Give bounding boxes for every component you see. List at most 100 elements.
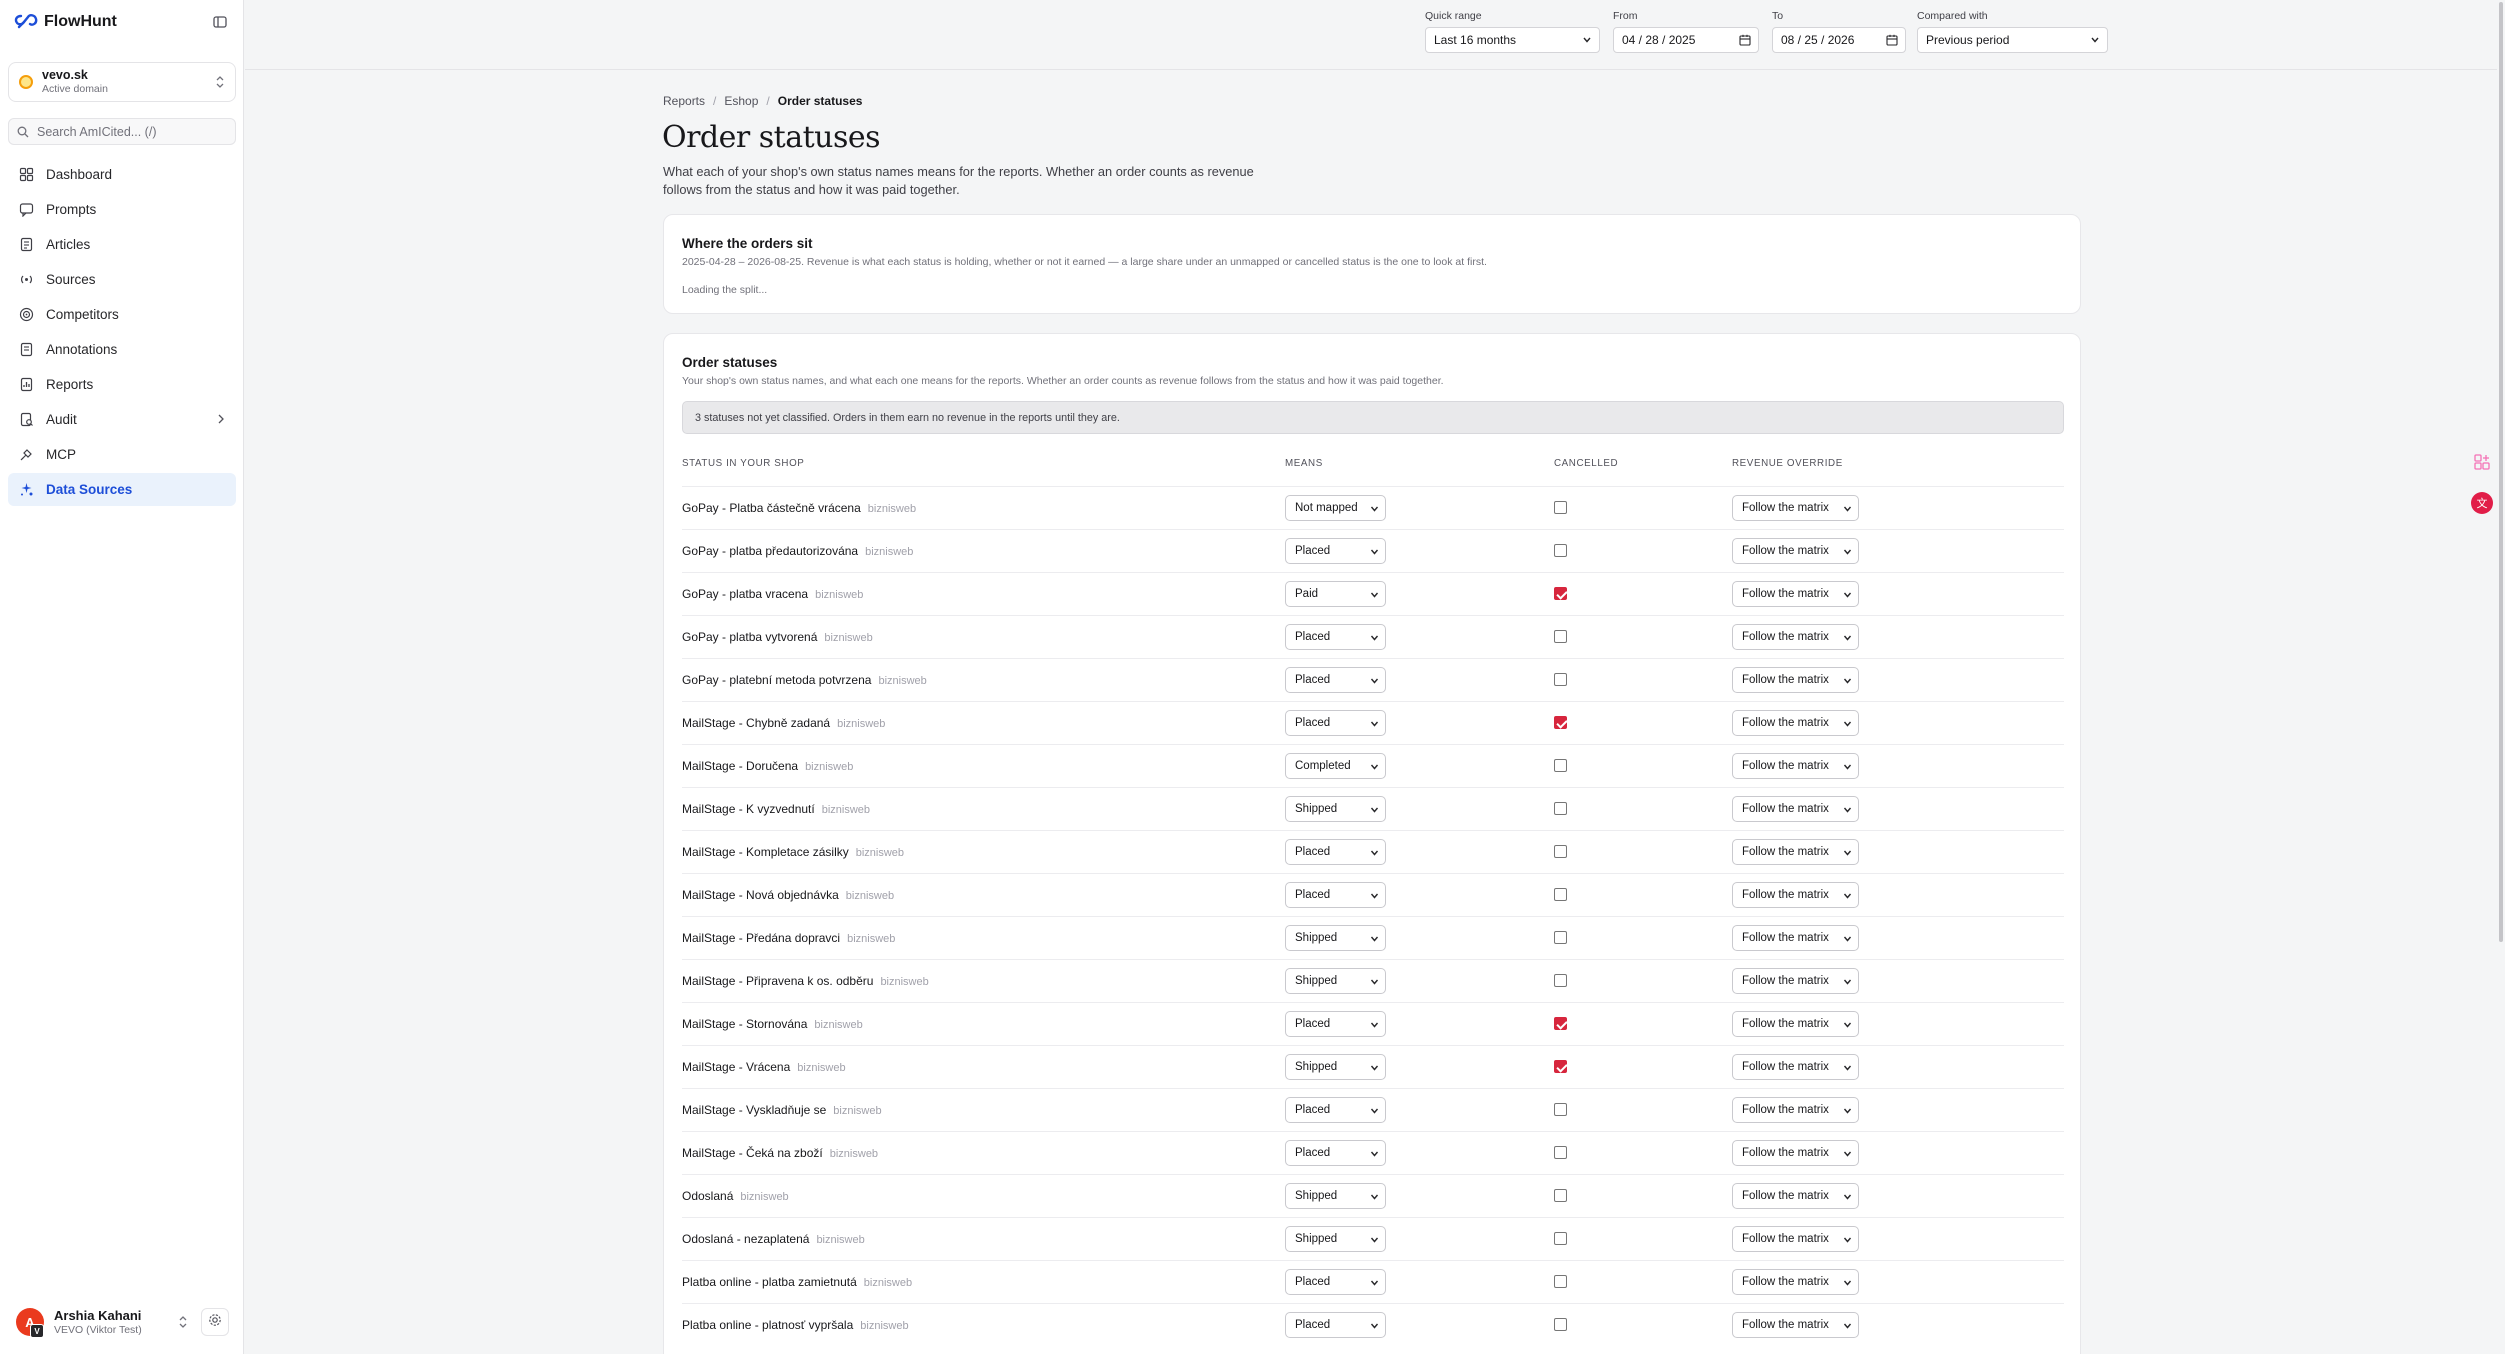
revenue-override-select[interactable]: Follow the matrix (1732, 1097, 1859, 1123)
means-select[interactable]: Not mapped (1285, 495, 1386, 521)
revenue-override-select[interactable]: Follow the matrix (1732, 1226, 1859, 1252)
means-select[interactable]: Shipped (1285, 1054, 1386, 1080)
calendar-icon[interactable] (1886, 34, 1898, 49)
cancelled-checkbox[interactable] (1554, 544, 1567, 557)
from-date-input[interactable]: 04 / 28 / 2025 (1613, 27, 1759, 53)
breadcrumb-link-reports[interactable]: Reports (663, 94, 705, 108)
compared-with-select[interactable]: Previous period (1917, 27, 2108, 53)
cancelled-checkbox[interactable] (1554, 759, 1567, 772)
cancelled-checkbox[interactable] (1554, 1318, 1567, 1331)
means-select[interactable]: Placed (1285, 1269, 1386, 1295)
revenue-override-select[interactable]: Follow the matrix (1732, 538, 1859, 564)
revenue-override-select[interactable]: Follow the matrix (1732, 667, 1859, 693)
nav-item-prompts[interactable]: Prompts (8, 193, 236, 226)
means-select[interactable]: Placed (1285, 839, 1386, 865)
settings-button[interactable] (201, 1308, 229, 1336)
to-date-input[interactable]: 08 / 25 / 2026 (1772, 27, 1906, 53)
status-name: GoPay - platba vytvorená (682, 630, 818, 644)
search-input[interactable] (37, 124, 227, 139)
revenue-override-select[interactable]: Follow the matrix (1732, 753, 1859, 779)
cancelled-checkbox[interactable] (1554, 673, 1567, 686)
nav-item-data-sources[interactable]: Data Sources (8, 473, 236, 506)
table-row: GoPay - platební metoda potvrzena biznisw… (682, 658, 2064, 701)
translate-icon[interactable]: 文 (2470, 491, 2494, 515)
add-widget-icon[interactable] (2470, 450, 2494, 474)
revenue-override-select[interactable]: Follow the matrix (1732, 796, 1859, 822)
chevron-down-icon (1843, 1063, 1852, 1076)
nav-item-articles[interactable]: Articles (8, 228, 236, 261)
status-name: MailStage - Vyskladňuje se (682, 1103, 827, 1117)
status-source: biznisweb (867, 503, 917, 515)
revenue-override-select[interactable]: Follow the matrix (1732, 925, 1859, 951)
revenue-override-select[interactable]: Follow the matrix (1732, 968, 1859, 994)
order-statuses-card: Order statuses Your shop's own status na… (663, 333, 2081, 1354)
nav-item-mcp[interactable]: MCP (8, 438, 236, 471)
means-select[interactable]: Shipped (1285, 1183, 1386, 1209)
revenue-override-select[interactable]: Follow the matrix (1732, 839, 1859, 865)
revenue-override-select[interactable]: Follow the matrix (1732, 1140, 1859, 1166)
revenue-override-select[interactable]: Follow the matrix (1732, 1312, 1859, 1338)
means-select[interactable]: Placed (1285, 1097, 1386, 1123)
means-select[interactable]: Placed (1285, 667, 1386, 693)
means-value: Placed (1295, 1104, 1331, 1116)
nav-item-sources[interactable]: Sources (8, 263, 236, 296)
user-menu[interactable]: A V Arshia Kahani VEVO (Viktor Test) (8, 1302, 188, 1342)
cancelled-checkbox[interactable] (1554, 1060, 1567, 1073)
cancelled-checkbox[interactable] (1554, 1232, 1567, 1245)
nav-item-dashboard[interactable]: Dashboard (8, 158, 236, 191)
means-select[interactable]: Paid (1285, 581, 1386, 607)
cancelled-checkbox[interactable] (1554, 931, 1567, 944)
nav-item-reports[interactable]: Reports (8, 368, 236, 401)
domain-switcher[interactable]: vevo.sk Active domain (8, 62, 236, 102)
sidebar-toggle-icon[interactable] (212, 14, 228, 30)
cancelled-checkbox[interactable] (1554, 587, 1567, 600)
revenue-override-select[interactable]: Follow the matrix (1732, 495, 1859, 521)
scrollbar-thumb[interactable] (2499, 2, 2503, 942)
revenue-override-select[interactable]: Follow the matrix (1732, 581, 1859, 607)
cancelled-checkbox[interactable] (1554, 1275, 1567, 1288)
cancelled-checkbox[interactable] (1554, 1017, 1567, 1030)
revenue-override-select[interactable]: Follow the matrix (1732, 1054, 1859, 1080)
cancelled-checkbox[interactable] (1554, 1146, 1567, 1159)
means-select[interactable]: Shipped (1285, 925, 1386, 951)
cancelled-checkbox[interactable] (1554, 501, 1567, 514)
means-select[interactable]: Shipped (1285, 1226, 1386, 1252)
cancelled-checkbox[interactable] (1554, 1103, 1567, 1116)
means-select[interactable]: Placed (1285, 624, 1386, 650)
means-value: Shipped (1295, 1061, 1338, 1073)
revenue-override-select[interactable]: Follow the matrix (1732, 1183, 1859, 1209)
revenue-override-select[interactable]: Follow the matrix (1732, 1269, 1859, 1295)
means-select[interactable]: Shipped (1285, 968, 1386, 994)
nav-item-audit[interactable]: Audit (8, 403, 236, 436)
means-select[interactable]: Placed (1285, 538, 1386, 564)
revenue-override-select[interactable]: Follow the matrix (1732, 624, 1859, 650)
table-row: MailStage - Kompletace zásilky biznisweb P… (682, 830, 2064, 873)
nav-item-competitors[interactable]: Competitors (8, 298, 236, 331)
cancelled-checkbox[interactable] (1554, 888, 1567, 901)
quick-range-select[interactable]: Last 16 months (1425, 27, 1600, 53)
means-select[interactable]: Placed (1285, 1140, 1386, 1166)
cancelled-checkbox[interactable] (1554, 1189, 1567, 1202)
cancelled-checkbox[interactable] (1554, 845, 1567, 858)
means-select[interactable]: Placed (1285, 1011, 1386, 1037)
revenue-override-select[interactable]: Follow the matrix (1732, 710, 1859, 736)
means-select[interactable]: Placed (1285, 710, 1386, 736)
means-select[interactable]: Placed (1285, 1312, 1386, 1338)
brand[interactable]: FlowHunt (14, 12, 117, 32)
means-select[interactable]: Shipped (1285, 796, 1386, 822)
cancelled-checkbox[interactable] (1554, 974, 1567, 987)
means-select[interactable]: Completed (1285, 753, 1386, 779)
cancelled-checkbox[interactable] (1554, 716, 1567, 729)
means-select[interactable]: Placed (1285, 882, 1386, 908)
cancelled-checkbox[interactable] (1554, 630, 1567, 643)
cancelled-checkbox[interactable] (1554, 802, 1567, 815)
chevron-down-icon (1843, 1192, 1852, 1205)
revenue-override-select[interactable]: Follow the matrix (1732, 882, 1859, 908)
revenue-override-select[interactable]: Follow the matrix (1732, 1011, 1859, 1037)
nav-item-annotations[interactable]: Annotations (8, 333, 236, 366)
breadcrumb-link-eshop[interactable]: Eshop (724, 94, 758, 108)
calendar-icon[interactable] (1739, 34, 1751, 49)
search-box[interactable] (8, 118, 236, 145)
revenue-override-value: Follow the matrix (1742, 502, 1829, 514)
revenue-override-value: Follow the matrix (1742, 1061, 1829, 1073)
